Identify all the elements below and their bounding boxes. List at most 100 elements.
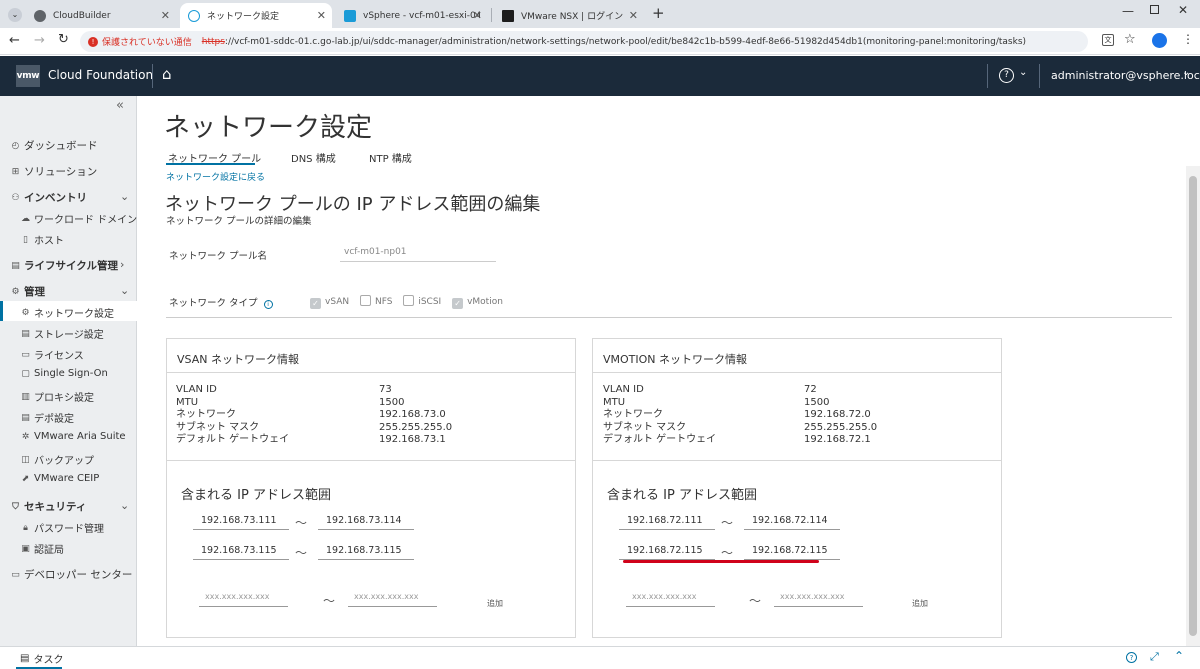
close-tab-icon[interactable]: ✕: [317, 9, 326, 22]
chevron-down-icon[interactable]: ⌄: [120, 499, 129, 512]
checkbox-vmotion[interactable]: ✓ vMotion: [452, 297, 503, 309]
tasks-button[interactable]: ▤ タスク: [20, 651, 63, 666]
browser-tab-cloudbuilder[interactable]: CloudBuilder ✕: [26, 3, 176, 28]
sidebar-item-storage-settings[interactable]: ▤ ストレージ設定: [20, 326, 104, 342]
info-label-subnet: サブネット マスク: [176, 421, 260, 433]
sidebar-item-label: ストレージ設定: [34, 330, 104, 341]
add-range-button[interactable]: 追加: [912, 598, 928, 609]
close-tab-icon[interactable]: ✕: [473, 9, 482, 22]
range-separator: ～: [721, 546, 734, 560]
checkbox-nfs[interactable]: NFS: [359, 295, 392, 307]
sidebar-item-lifecycle[interactable]: ▤ ライフサイクル管理: [10, 258, 118, 273]
help-icon[interactable]: ?: [999, 68, 1014, 83]
sidebar-item-network-settings[interactable]: ⚙ ネットワーク設定: [20, 305, 114, 321]
expand-icon[interactable]: ⤢: [1150, 650, 1159, 664]
chevron-up-icon[interactable]: ⌃: [1174, 649, 1184, 663]
sidebar-item-certificate-authority[interactable]: ▣ 認証局: [20, 541, 64, 557]
ip-range-from[interactable]: 192.168.72.111: [619, 515, 715, 530]
minimize-icon[interactable]: —: [1122, 4, 1134, 18]
info-icon[interactable]: i: [263, 300, 273, 309]
sidebar-item-ceip[interactable]: ⬈ VMware CEIP: [20, 473, 100, 484]
sidebar-item-sso[interactable]: ▢ Single Sign-On: [20, 368, 108, 379]
back-icon[interactable]: ←: [9, 33, 20, 48]
chevron-right-icon[interactable]: ›: [120, 258, 124, 271]
browser-menu-icon[interactable]: ⋮: [1182, 32, 1194, 46]
sidebar-item-label: 認証局: [34, 545, 64, 556]
chevron-down-icon[interactable]: ⌄: [120, 190, 129, 203]
tab-list-dropdown-icon[interactable]: ⌄: [8, 8, 22, 22]
new-range-to-input[interactable]: xxx.xxx.xxx.xxx: [348, 592, 437, 607]
ip-range-from[interactable]: 192.168.73.115: [193, 545, 289, 560]
chevron-down-icon[interactable]: ⌄: [120, 284, 129, 297]
back-link[interactable]: ネットワーク設定に戻る: [166, 170, 265, 183]
address-bar[interactable]: ! 保護されていない通信 https ://vcf-m01-sddc-01.c.…: [80, 31, 1088, 52]
sidebar-item-licensing[interactable]: ▭ ライセンス: [20, 347, 84, 363]
panel-info-divider: [593, 460, 1001, 461]
ip-range-to[interactable]: 192.168.72.114: [744, 515, 840, 530]
lock-icon: 🔒︎: [23, 522, 28, 533]
new-range-to-input[interactable]: xxx.xxx.xxx.xxx: [774, 592, 863, 607]
security-label[interactable]: 保護されていない通信: [102, 35, 192, 48]
app-header: vmw Cloud Foundation ⌂ ? ⌄ administrator…: [0, 56, 1200, 96]
ip-range-to[interactable]: 192.168.73.114: [318, 515, 414, 530]
ip-range-from[interactable]: 192.168.73.111: [193, 515, 289, 530]
browser-tab-nsx[interactable]: VMware NSX | ログイン ✕: [494, 3, 644, 28]
help-chevron-down-icon[interactable]: ⌄: [1019, 67, 1027, 78]
new-range-from-input[interactable]: xxx.xxx.xxx.xxx: [199, 592, 288, 607]
sidebar-item-workload-domains[interactable]: ☁ ワークロード ドメイン: [20, 211, 137, 227]
info-label-network: ネットワーク: [603, 409, 663, 420]
sidebar-item-label: バックアップ: [34, 456, 94, 467]
sidebar-item-aria-suite[interactable]: ✲ VMware Aria Suite: [20, 431, 126, 442]
close-window-icon[interactable]: ✕: [1178, 3, 1188, 17]
reload-icon[interactable]: ↻: [58, 32, 69, 47]
tab-dns[interactable]: DNS 構成: [291, 150, 336, 165]
browser-tab-title: CloudBuilder: [53, 10, 111, 21]
help-circle-icon[interactable]: ?: [1126, 652, 1137, 663]
sidebar-item-developer-center[interactable]: ▭ デベロッパー センター: [10, 567, 132, 582]
sidebar-item-label: Single Sign-On: [34, 368, 108, 379]
sidebar-collapse-icon[interactable]: «: [116, 98, 124, 113]
close-tab-icon[interactable]: ✕: [161, 9, 170, 22]
bookmark-star-icon[interactable]: ☆: [1124, 32, 1136, 47]
sidebar-item-proxy[interactable]: ▥ プロキシ設定: [20, 389, 94, 405]
sidebar-item-label: VMware CEIP: [34, 473, 100, 484]
header-divider: [987, 64, 988, 88]
pool-name-field[interactable]: vcf-m01-np01: [340, 247, 496, 262]
ip-range-to[interactable]: 192.168.72.115: [744, 545, 840, 560]
info-value-network: 192.168.72.0: [804, 409, 871, 420]
new-range-from-input[interactable]: xxx.xxx.xxx.xxx: [626, 592, 715, 607]
user-menu[interactable]: administrator@vsphere.local: [1051, 69, 1200, 82]
add-range-button[interactable]: 追加: [487, 598, 503, 609]
sidebar-item-solutions[interactable]: ⊞ ソリューション: [10, 164, 98, 179]
checkbox-vsan[interactable]: ✓ vSAN: [310, 297, 349, 309]
new-tab-icon[interactable]: +: [652, 4, 665, 22]
ip-range-from[interactable]: 192.168.72.115: [619, 545, 715, 560]
maximize-icon[interactable]: [1150, 5, 1159, 14]
close-tab-icon[interactable]: ✕: [629, 9, 638, 22]
user-chevron-down-icon[interactable]: ⌄: [1182, 67, 1190, 78]
sidebar-item-label: デポ設定: [34, 414, 74, 425]
sidebar-item-inventory[interactable]: ⚇ インベントリ: [10, 190, 87, 205]
translate-icon[interactable]: 文: [1102, 34, 1114, 46]
sidebar-item-backup[interactable]: ◫ バックアップ: [20, 452, 94, 468]
range-separator: ～: [721, 516, 734, 530]
sidebar-item-password-management[interactable]: 🔒︎ パスワード管理: [20, 520, 104, 536]
sidebar-item-label: プロキシ設定: [34, 393, 94, 404]
ip-range-to[interactable]: 192.168.73.115: [318, 545, 414, 560]
forward-icon[interactable]: →: [34, 33, 45, 48]
scrollbar-thumb[interactable]: [1189, 176, 1197, 636]
home-icon[interactable]: ⌂: [162, 65, 172, 83]
sidebar-item-depot[interactable]: ▤ デポ設定: [20, 410, 74, 426]
sidebar-item-security[interactable]: ⛉ セキュリティ: [10, 499, 86, 514]
sidebar-item-hosts[interactable]: ▯ ホスト: [20, 232, 64, 248]
info-label-mtu: MTU: [603, 396, 626, 408]
profile-icon[interactable]: [1152, 33, 1167, 48]
sidebar-item-dashboard[interactable]: ◴ ダッシュボード: [10, 138, 98, 153]
sidebar-item-administration[interactable]: ⚙ 管理: [10, 284, 45, 299]
storage-icon: ▤: [21, 328, 30, 339]
tab-ntp[interactable]: NTP 構成: [369, 150, 412, 165]
browser-tab-vsphere[interactable]: vSphere - vcf-m01-esxi-04.c.go ✕: [336, 3, 488, 28]
browser-tab-network-settings[interactable]: ネットワーク設定 ✕: [180, 3, 332, 28]
backup-icon: ◫: [21, 454, 30, 465]
checkbox-iscsi[interactable]: iSCSI: [403, 295, 441, 307]
